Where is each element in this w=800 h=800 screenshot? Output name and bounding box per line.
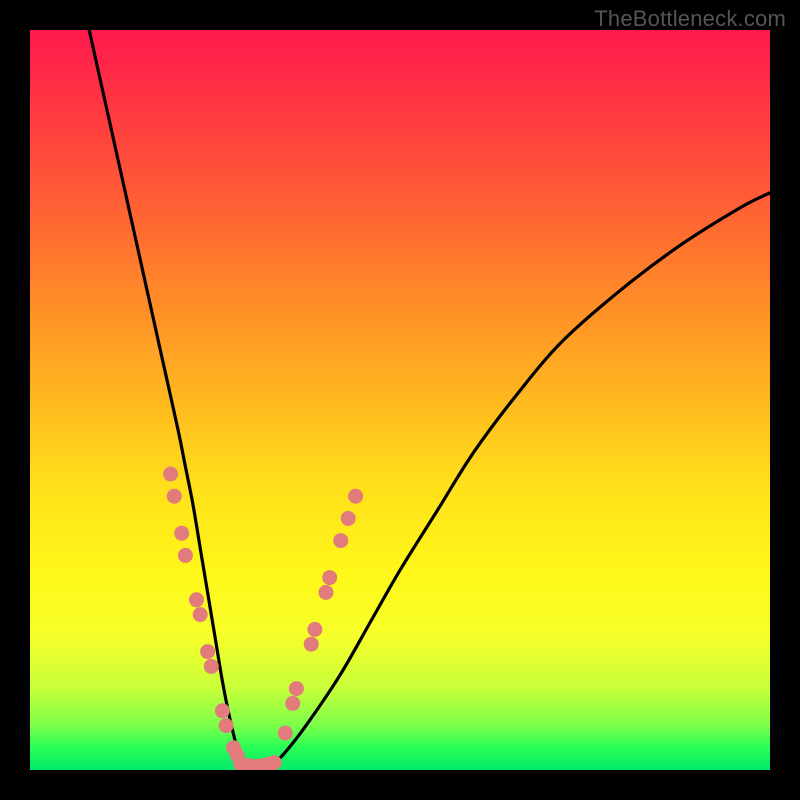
- watermark-text: TheBottleneck.com: [594, 6, 786, 32]
- marker-dot: [278, 726, 293, 741]
- marker-dot: [163, 467, 178, 482]
- marker-dot: [285, 696, 300, 711]
- marker-dot: [341, 511, 356, 526]
- bottleneck-curve: [89, 30, 770, 767]
- marker-dot: [348, 489, 363, 504]
- marker-dot: [219, 718, 234, 733]
- plot-area: [30, 30, 770, 770]
- chart-frame: TheBottleneck.com: [0, 0, 800, 800]
- marker-dot: [319, 585, 334, 600]
- curve-svg: [30, 30, 770, 770]
- marker-dot: [200, 644, 215, 659]
- marker-dot: [289, 681, 304, 696]
- marker-dot: [333, 533, 348, 548]
- marker-dot: [215, 703, 230, 718]
- marker-dot: [167, 489, 182, 504]
- marker-dot: [267, 755, 282, 770]
- marker-dot: [304, 637, 319, 652]
- marker-dot: [307, 622, 322, 637]
- marker-dot: [189, 592, 204, 607]
- marker-dot: [174, 526, 189, 541]
- marker-dot: [193, 607, 208, 622]
- marker-dot: [178, 548, 193, 563]
- marker-dot: [204, 659, 219, 674]
- marker-dot: [322, 570, 337, 585]
